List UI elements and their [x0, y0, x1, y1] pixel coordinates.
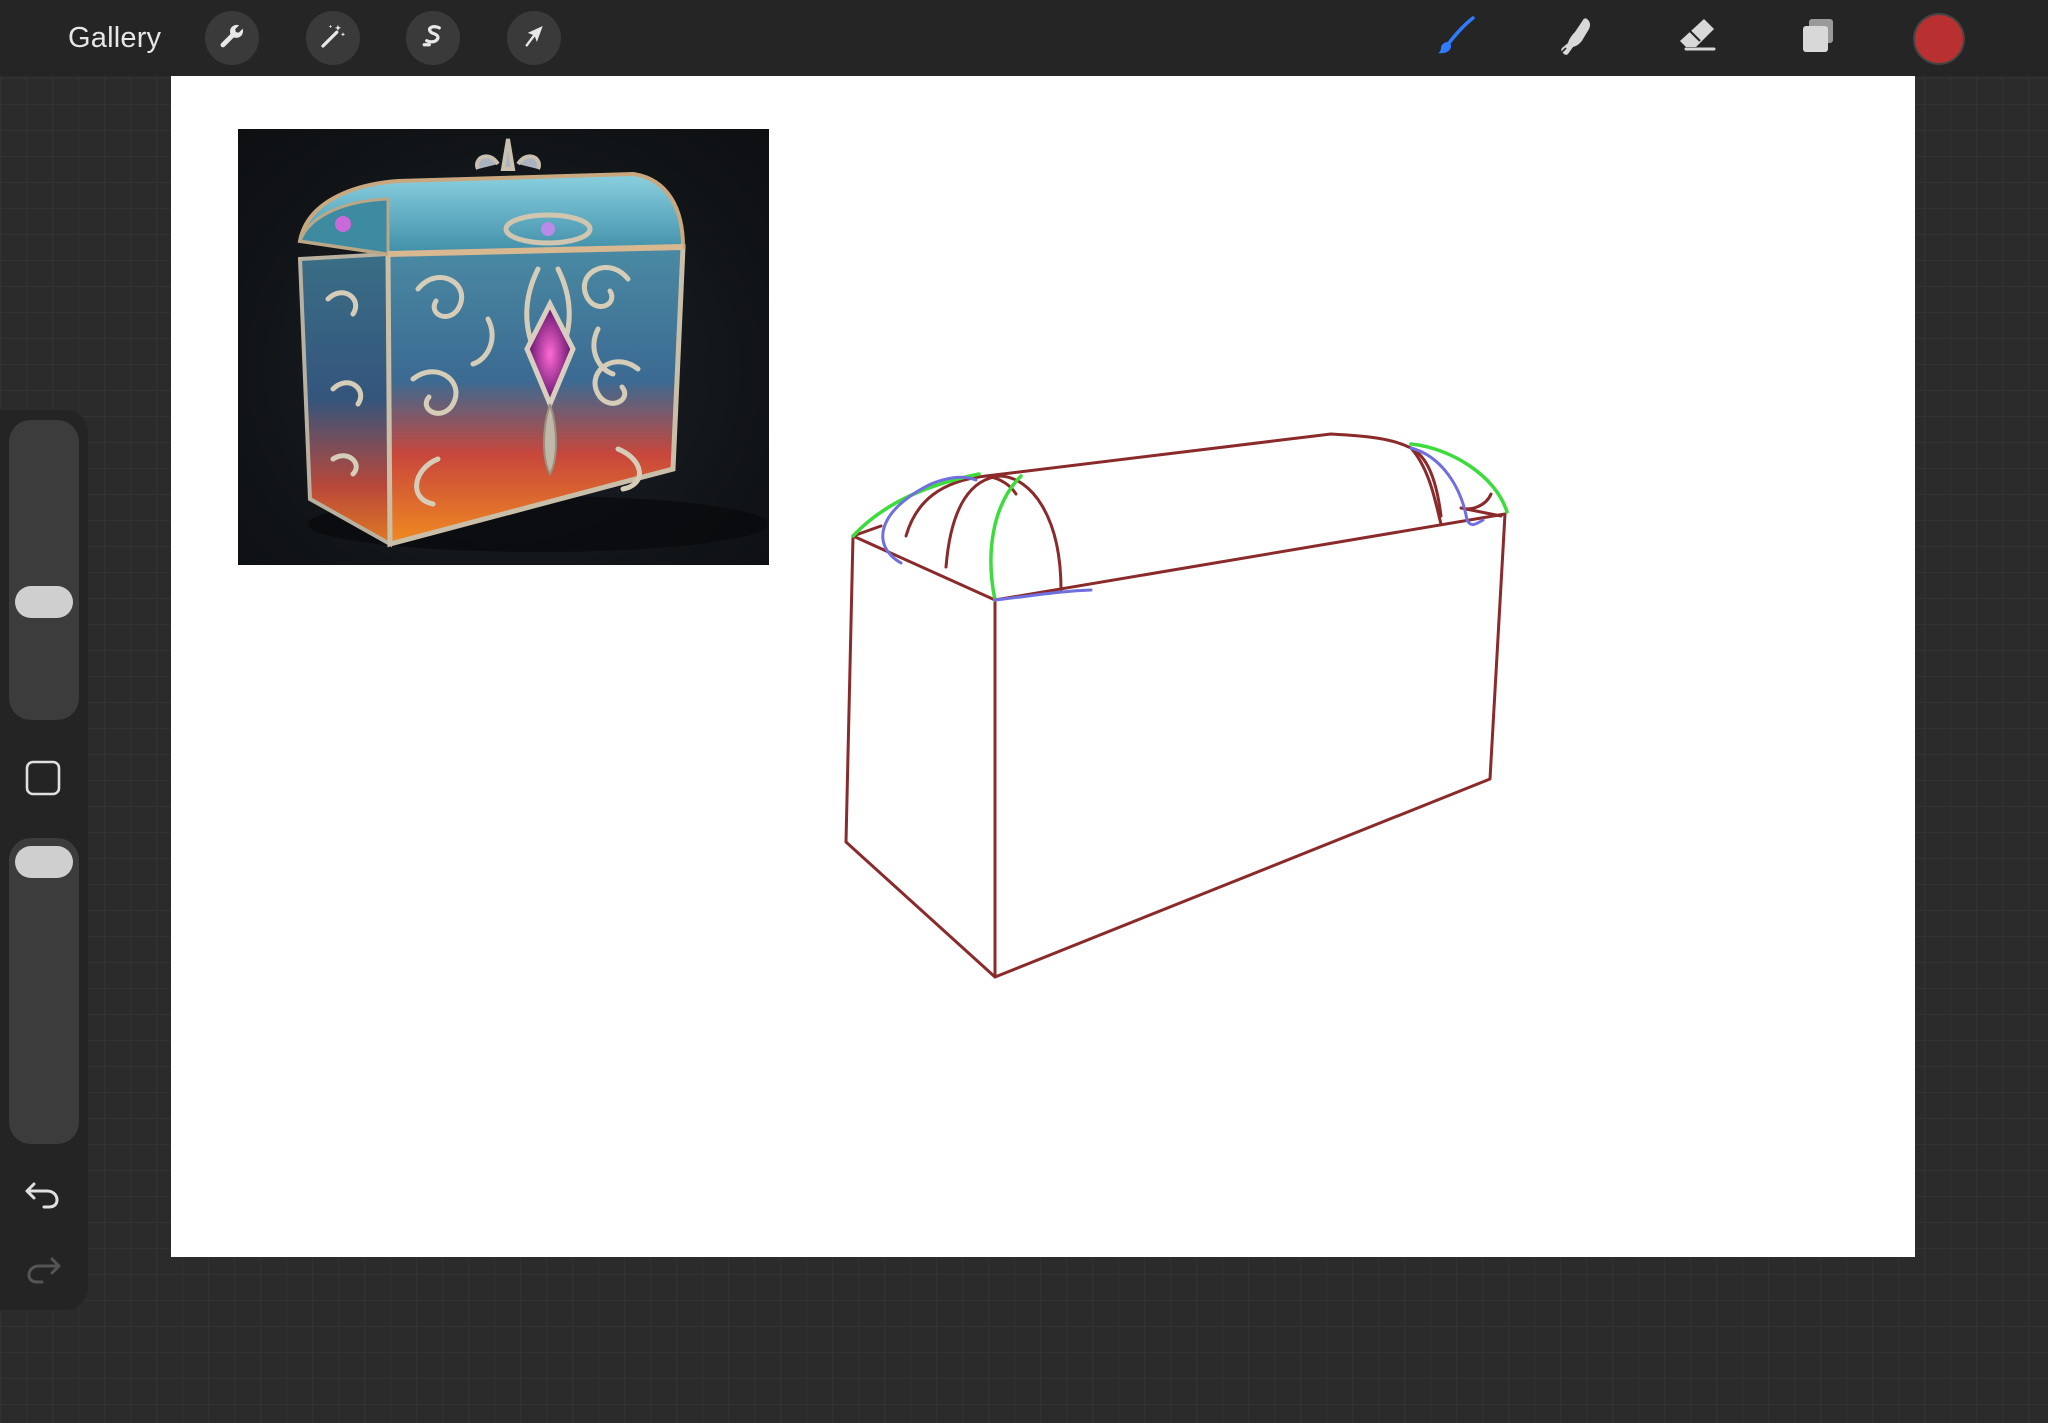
- sketch-green-guides: [851, 442, 1509, 602]
- modify-button[interactable]: [25, 760, 61, 796]
- redo-button[interactable]: [20, 1245, 66, 1291]
- opacity-slider[interactable]: [9, 838, 79, 1144]
- layers-button[interactable]: [1792, 12, 1844, 64]
- opacity-thumb[interactable]: [15, 846, 73, 878]
- smudge-tool-button[interactable]: [1550, 12, 1602, 64]
- sketch-left-arch: [944, 474, 1063, 592]
- left-sidebar: [0, 410, 88, 1310]
- brush-size-thumb[interactable]: [15, 586, 73, 618]
- selection-s-icon: [418, 21, 448, 56]
- sketch-top-edge: [984, 432, 1413, 478]
- procreate-app: Gallery: [0, 0, 2048, 1423]
- wrench-icon: [217, 21, 247, 56]
- square-icon: [25, 760, 61, 800]
- top-toolbar: Gallery: [0, 0, 2048, 76]
- actions-button[interactable]: [205, 11, 259, 65]
- sketch-front-face: [993, 512, 1507, 979]
- smudge-finger-icon: [1553, 13, 1599, 64]
- redo-arrow-icon: [20, 1257, 66, 1295]
- transform-button[interactable]: [507, 11, 561, 65]
- adjustments-button[interactable]: [306, 11, 360, 65]
- layers-icon: [1795, 13, 1841, 64]
- brush-icon: [1433, 13, 1479, 64]
- box-sketch: [844, 432, 1509, 979]
- brush-tool-button[interactable]: [1430, 12, 1482, 64]
- undo-arrow-icon: [20, 1182, 66, 1220]
- gallery-button[interactable]: Gallery: [68, 18, 161, 58]
- magic-wand-icon: [318, 21, 348, 56]
- drawing-canvas[interactable]: [171, 76, 1915, 1257]
- eraser-icon: [1674, 13, 1720, 64]
- brush-size-slider[interactable]: [9, 420, 79, 720]
- undo-button[interactable]: [20, 1170, 66, 1216]
- selection-button[interactable]: [406, 11, 460, 65]
- sketch-blue-guides: [881, 446, 1485, 602]
- sketch-left-face: [844, 534, 997, 979]
- eraser-tool-button[interactable]: [1671, 12, 1723, 64]
- arrow-cursor-icon: [519, 21, 549, 56]
- color-picker-button[interactable]: [1915, 15, 1963, 63]
